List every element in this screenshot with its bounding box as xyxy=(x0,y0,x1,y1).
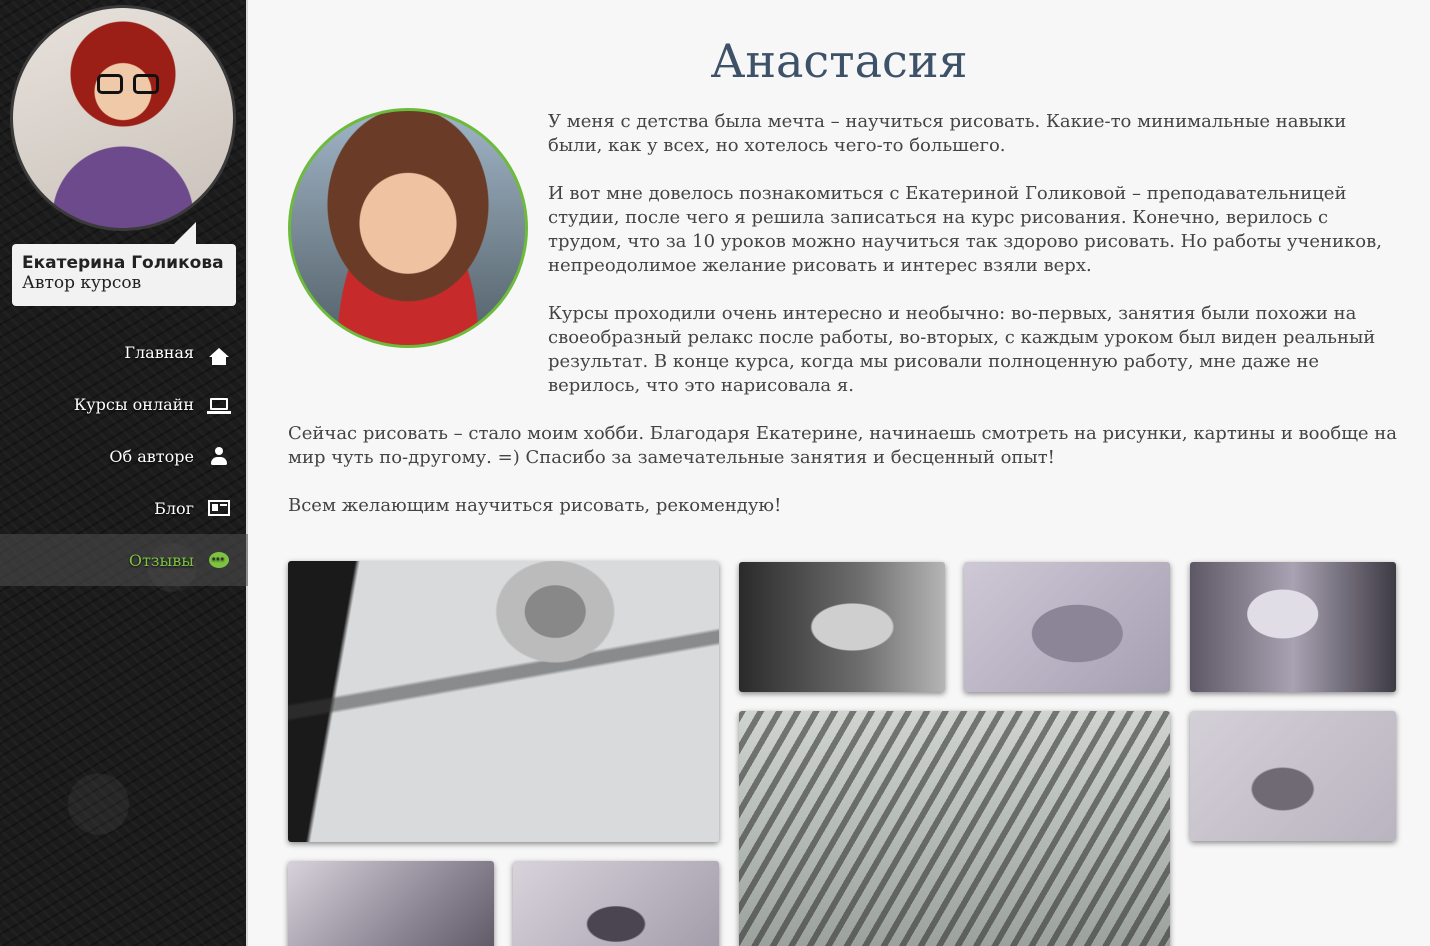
nav-item-home[interactable]: Главная xyxy=(0,326,248,378)
gallery-image-face[interactable] xyxy=(739,562,945,692)
author-name: Екатерина Голикова xyxy=(22,253,224,273)
review-paragraph: Сейчас рисовать – стало моим хобби. Благ… xyxy=(288,423,1398,468)
gallery-image-cat[interactable] xyxy=(288,861,494,946)
author-card: Екатерина Голикова Автор курсов xyxy=(12,244,236,306)
gallery-image-eye[interactable] xyxy=(288,561,719,842)
gallery-image-dancer[interactable] xyxy=(964,562,1170,692)
nav-item-label: Курсы онлайн xyxy=(73,394,194,414)
review-paragraph: Всем желающим научиться рисовать, рекоме… xyxy=(288,495,782,516)
nav-item-courses[interactable]: Курсы онлайн xyxy=(0,378,248,430)
author-role: Автор курсов xyxy=(22,273,142,293)
nav-item-reviews[interactable]: Отзывы xyxy=(0,534,248,586)
user-icon xyxy=(208,446,230,466)
nav-item-label: Главная xyxy=(124,342,194,362)
laptop-icon xyxy=(207,394,231,414)
main-nav: Главная Курсы онлайн Об авторе Блог Отзы… xyxy=(0,326,248,586)
home-icon xyxy=(208,342,230,365)
newspaper-icon xyxy=(208,498,230,518)
gallery-image-zebra[interactable] xyxy=(739,711,1170,946)
glasses-detail xyxy=(97,74,159,94)
nav-item-blog[interactable]: Блог xyxy=(0,482,248,534)
nav-item-about[interactable]: Об авторе xyxy=(0,430,248,482)
review-text: У меня с детства была мечта – научиться … xyxy=(288,110,1398,542)
page-title: Анастасия xyxy=(710,34,968,88)
gallery-image-woman-profile[interactable] xyxy=(1190,562,1396,692)
nav-item-label: Отзывы xyxy=(128,550,194,570)
gallery-image-glass[interactable] xyxy=(1190,711,1396,841)
nav-item-label: Блог xyxy=(154,498,194,518)
sidebar: Екатерина Голикова Автор курсов Главная … xyxy=(0,0,248,946)
gallery-image-figure[interactable] xyxy=(513,861,719,946)
chat-icon xyxy=(208,550,230,570)
author-avatar[interactable] xyxy=(10,5,236,231)
nav-item-label: Об авторе xyxy=(109,446,194,466)
photo-spacer xyxy=(288,110,548,380)
